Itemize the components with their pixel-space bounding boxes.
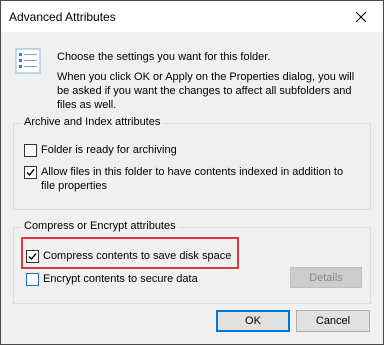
compress-checkbox[interactable]: Compress contents to save disk space (26, 249, 231, 263)
checkmark-icon (28, 253, 37, 261)
dialog-title: Advanced Attributes (9, 10, 116, 24)
title-bar: Advanced Attributes (1, 1, 383, 32)
archive-group-label: Archive and Index attributes (22, 116, 163, 128)
archive-index-group: Archive and Index attributes Folder is r… (13, 116, 371, 210)
encrypt-label: Encrypt contents to secure data (43, 273, 198, 285)
ok-button[interactable]: OK (216, 310, 290, 332)
encrypt-box[interactable] (26, 273, 39, 286)
intro-line2: When you click OK or Apply on the Proper… (57, 71, 355, 111)
intro-line1: Choose the settings you want for this fo… (57, 51, 271, 63)
folder-ready-label: Folder is ready for archiving (41, 144, 177, 156)
details-button[interactable]: Details (290, 267, 362, 288)
intro-text: Choose the settings you want for this fo… (57, 50, 369, 118)
cancel-button[interactable]: Cancel (296, 310, 370, 332)
allow-index-box[interactable] (24, 166, 37, 179)
folder-ready-checkbox[interactable]: Folder is ready for archiving (24, 143, 177, 157)
advanced-attributes-dialog: Advanced Attributes Choose the settings … (0, 0, 384, 345)
allow-index-label: Allow files in this folder to have conte… (41, 166, 344, 192)
folder-ready-box[interactable] (24, 144, 37, 157)
close-icon (356, 11, 366, 22)
close-button[interactable] (339, 1, 383, 32)
details-button-label: Details (309, 271, 343, 284)
cancel-button-label: Cancel (315, 315, 351, 327)
compress-label: Compress contents to save disk space (43, 250, 232, 262)
encrypt-checkbox[interactable]: Encrypt contents to secure data (26, 272, 198, 286)
checkmark-icon (26, 169, 35, 177)
ok-button-label: OK (245, 315, 261, 327)
allow-index-checkbox[interactable]: Allow files in this folder to have conte… (24, 165, 359, 193)
compress-group-label: Compress or Encrypt attributes (22, 220, 178, 232)
compress-box[interactable] (26, 250, 39, 263)
dialog-content: Choose the settings you want for this fo… (1, 32, 383, 344)
settings-list-icon (15, 48, 41, 74)
